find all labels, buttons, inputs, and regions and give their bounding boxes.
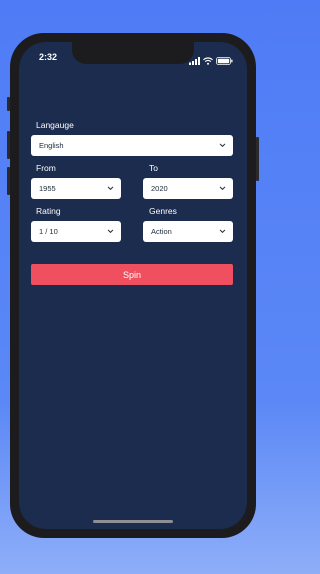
signal-icon — [189, 52, 200, 70]
spin-button[interactable]: Spin — [31, 264, 233, 285]
volume-down-button — [7, 167, 10, 195]
status-icons — [189, 52, 233, 70]
volume-up-button — [7, 131, 10, 159]
genres-value: Action — [151, 227, 172, 236]
chevron-down-icon — [219, 143, 226, 147]
chevron-down-icon — [219, 186, 226, 190]
language-label: Langauge — [36, 120, 74, 130]
wifi-icon — [203, 52, 213, 70]
to-value: 2020 — [151, 184, 168, 193]
app-screen: 2:32 Langauge English From To 1955 2020 … — [19, 42, 247, 529]
phone-frame: 2:32 Langauge English From To 1955 2020 … — [7, 33, 259, 538]
home-indicator[interactable] — [93, 520, 173, 523]
rating-value: 1 / 10 — [39, 227, 58, 236]
genres-label: Genres — [149, 206, 177, 216]
language-select[interactable]: English — [31, 135, 233, 156]
to-select[interactable]: 2020 — [143, 178, 233, 199]
from-select[interactable]: 1955 — [31, 178, 121, 199]
mute-switch — [7, 97, 10, 111]
status-time: 2:32 — [39, 52, 58, 62]
battery-icon — [216, 52, 233, 70]
chevron-down-icon — [107, 229, 114, 233]
rating-label: Rating — [36, 206, 61, 216]
chevron-down-icon — [219, 229, 226, 233]
power-button — [256, 137, 259, 181]
notch — [72, 42, 194, 64]
to-label: To — [149, 163, 158, 173]
rating-select[interactable]: 1 / 10 — [31, 221, 121, 242]
from-value: 1955 — [39, 184, 56, 193]
language-value: English — [39, 141, 64, 150]
from-label: From — [36, 163, 56, 173]
genres-select[interactable]: Action — [143, 221, 233, 242]
chevron-down-icon — [107, 186, 114, 190]
